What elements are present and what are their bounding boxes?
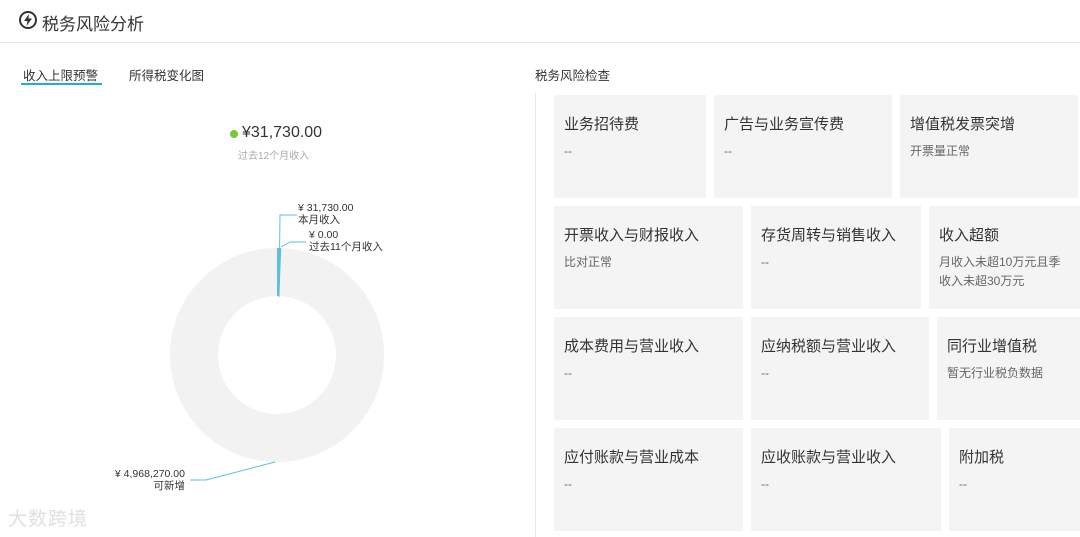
risk-card-name: 业务招待费 (564, 116, 640, 133)
risk-card-desc: -- (564, 477, 572, 491)
risk-card-cost-vs-revenue[interactable]: 成本费用与营业收入 -- (554, 317, 743, 420)
risk-card-vat-invoice-surge[interactable]: 增值税发票突增 开票量正常 (900, 95, 1078, 198)
callout-past-11-months-value: ¥ 0.00 (309, 229, 339, 241)
callout-current-month-value: ¥ 31,730.00 (298, 202, 354, 214)
risk-card-desc: -- (564, 144, 572, 158)
risk-card-name: 应付账款与营业成本 (564, 449, 700, 466)
donut-remaining-segment (170, 248, 384, 462)
risk-card-name: 应收账款与营业收入 (761, 449, 897, 466)
risk-card-desc: -- (761, 366, 769, 380)
watermark-logo: 大数跨境 (8, 509, 89, 530)
risk-card-name: 同行业增值税 (947, 338, 1038, 355)
risk-card-entertainment-expense[interactable]: 业务招待费 -- (554, 95, 706, 198)
risk-card-invoice-vs-report-income[interactable]: 开票收入与财报收入 比对正常 (554, 206, 743, 309)
risk-card-desc: 月收入未超10万元且季收入未超30万元 (939, 255, 1061, 288)
risk-card-name: 增值税发票突增 (910, 116, 1016, 133)
callout-line-available (190, 461, 276, 481)
risk-card-desc: -- (959, 477, 967, 491)
risk-card-payables-vs-cost[interactable]: 应付账款与营业成本 -- (554, 428, 743, 531)
risk-panel-divider (535, 93, 536, 537)
risk-card-desc: -- (564, 366, 572, 380)
callout-line-past-11-months (280, 241, 306, 248)
risk-card-receivables-vs-revenue[interactable]: 应收账款与营业收入 -- (751, 428, 941, 531)
risk-card-inventory-turnover[interactable]: 存货周转与销售收入 -- (751, 206, 921, 309)
risk-card-name: 开票收入与财报收入 (564, 227, 700, 244)
callout-current-month: ¥ 31,730.00 本月收入 (298, 202, 353, 226)
risk-card-name: 收入超额 (939, 227, 1000, 244)
income-donut-chart (170, 214, 384, 481)
risk-card-name: 成本费用与营业收入 (564, 338, 700, 355)
risk-card-desc: -- (761, 477, 769, 491)
risk-card-desc: 开票量正常 (910, 144, 971, 158)
callout-past-11-months: ¥ 0.00 过去11个月收入 (309, 229, 383, 253)
risk-card-name: 附加税 (959, 449, 1005, 466)
callout-available: ¥ 4,968,270.00 可新增 (100, 468, 185, 492)
callout-available-name: 可新增 (153, 480, 186, 492)
risk-card-tax-payable-vs-revenue[interactable]: 应纳税额与营业收入 -- (751, 317, 929, 420)
risk-card-industry-vat[interactable]: 同行业增值税 暂无行业税负数据 (937, 317, 1080, 420)
risk-card-surcharge-tax[interactable]: 附加税 -- (949, 428, 1080, 531)
risk-check-title: 税务风险检查 (535, 69, 611, 83)
risk-card-desc: 比对正常 (564, 255, 613, 269)
risk-card-desc: -- (761, 255, 769, 269)
risk-card-name: 存货周转与销售收入 (761, 227, 897, 244)
callout-current-month-name: 本月收入 (298, 214, 340, 226)
callout-available-value: ¥ 4,968,270.00 (114, 468, 185, 480)
risk-card-desc: 暂无行业税负数据 (947, 366, 1044, 380)
risk-card-advertising-expense[interactable]: 广告与业务宣传费 -- (714, 95, 892, 198)
risk-card-name: 广告与业务宣传费 (724, 116, 845, 133)
risk-card-desc: -- (724, 144, 732, 158)
risk-card-income-excess[interactable]: 收入超额 月收入未超10万元且季收入未超30万元 (929, 206, 1080, 309)
callout-past-11-months-name: 过去11个月收入 (309, 241, 383, 253)
risk-card-name: 应纳税额与营业收入 (761, 338, 897, 355)
